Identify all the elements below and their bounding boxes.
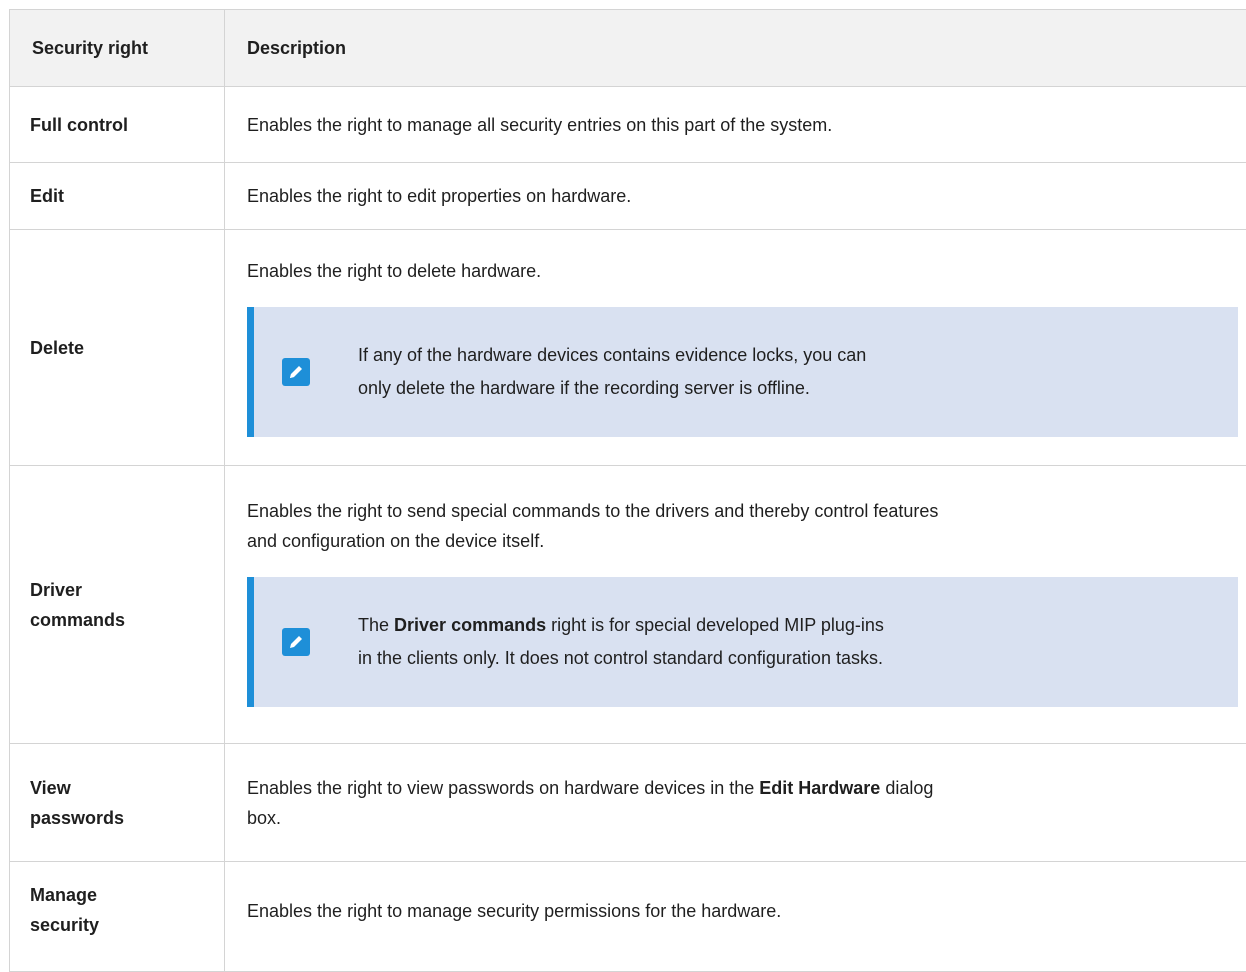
description-line: Enables the right to send special comman… — [247, 496, 1218, 526]
header-security-right: Security right — [10, 10, 225, 87]
table-row: Manage security Enables the right to man… — [10, 862, 1246, 972]
description-text: Enables the right to edit properties on … — [247, 181, 1246, 211]
right-description: Enables the right to send special comman… — [225, 466, 1246, 744]
right-name-line: View — [30, 773, 204, 803]
right-name-line: commands — [30, 605, 204, 635]
right-name-line: Driver — [30, 575, 204, 605]
pencil-note-icon — [282, 628, 310, 656]
right-name-view-passwords: View passwords — [10, 744, 225, 862]
note-line: If any of the hardware devices contains … — [358, 339, 866, 372]
description-line: box. — [247, 803, 1218, 833]
right-name-manage-security: Manage security — [10, 862, 225, 972]
right-name-line: Manage — [30, 880, 204, 910]
note-text: The Driver commands right is for special… — [358, 609, 884, 675]
note-text-post: right is for special developed MIP plug-… — [546, 615, 884, 635]
note-text-bold: Driver commands — [394, 615, 546, 635]
description-text: Enables the right to view passwords on h… — [247, 773, 1246, 833]
note-line: in the clients only. It does not control… — [358, 642, 884, 675]
security-rights-table: Security right Description Full control … — [9, 9, 1246, 972]
description-line: Enables the right to view passwords on h… — [247, 773, 1218, 803]
description-text: Enables the right to manage all security… — [247, 110, 1246, 140]
description-bold: Edit Hardware — [759, 778, 880, 798]
note-text: If any of the hardware devices contains … — [358, 339, 866, 405]
right-description: Enables the right to view passwords on h… — [225, 744, 1246, 862]
description-line: and configuration on the device itself. — [247, 526, 1218, 556]
header-description: Description — [225, 10, 1246, 87]
description-pre: Enables the right to view passwords on h… — [247, 778, 759, 798]
table-header-row: Security right Description — [10, 10, 1246, 87]
description-text: Enables the right to send special comman… — [247, 496, 1246, 556]
table-row: View passwords Enables the right to view… — [10, 744, 1246, 862]
table-row: Driver commands Enables the right to sen… — [10, 466, 1246, 744]
note-line: The Driver commands right is for special… — [358, 609, 884, 642]
table-row: Edit Enables the right to edit propertie… — [10, 163, 1246, 230]
right-name-line: security — [30, 910, 204, 940]
table-row: Delete Enables the right to delete hardw… — [10, 230, 1246, 466]
description-post: dialog — [880, 778, 933, 798]
right-description: Enables the right to edit properties on … — [225, 163, 1246, 230]
right-name-full-control: Full control — [10, 87, 225, 163]
table-row: Full control Enables the right to manage… — [10, 87, 1246, 163]
pencil-note-icon — [282, 358, 310, 386]
note-box: The Driver commands right is for special… — [247, 577, 1238, 707]
right-name-line: passwords — [30, 803, 204, 833]
description-text: Enables the right to manage security per… — [247, 896, 1246, 926]
right-description: Enables the right to manage all security… — [225, 87, 1246, 163]
note-box: If any of the hardware devices contains … — [247, 307, 1238, 437]
right-description: Enables the right to manage security per… — [225, 862, 1246, 972]
right-name-delete: Delete — [10, 230, 225, 466]
right-name-driver-commands: Driver commands — [10, 466, 225, 744]
right-description: Enables the right to delete hardware. If… — [225, 230, 1246, 466]
note-line: only delete the hardware if the recordin… — [358, 372, 866, 405]
description-text: Enables the right to delete hardware. — [247, 256, 1246, 286]
note-text-pre: The — [358, 615, 394, 635]
right-name-edit: Edit — [10, 163, 225, 230]
